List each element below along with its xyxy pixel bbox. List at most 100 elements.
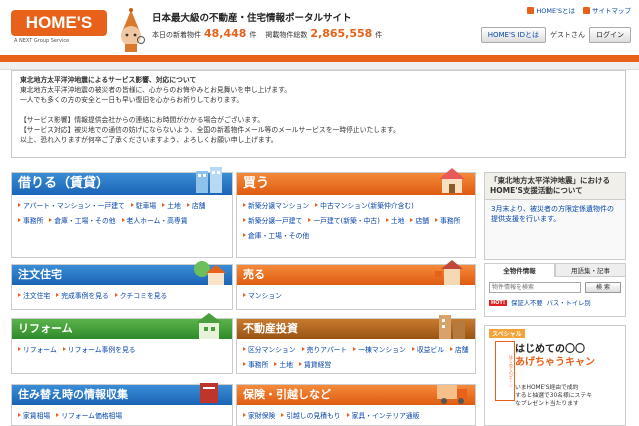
rent-link-warehouse[interactable]: 倉庫・工場・その他	[49, 215, 116, 225]
move-link-label[interactable]: 家賃相場	[23, 410, 50, 420]
hot-link-bath-separate[interactable]: バス・トイレ別	[547, 298, 591, 307]
rent-link-label[interactable]: 店舗	[192, 200, 206, 210]
arrow-icon	[435, 218, 439, 222]
tab-all-listings[interactable]: 全物件情報	[484, 263, 555, 277]
invest-link-unit-mansion[interactable]: 区分マンション	[243, 344, 296, 354]
header-orange-bar	[0, 55, 639, 62]
sell-link-label[interactable]: マンション	[248, 290, 282, 300]
buy-link-label[interactable]: 土地	[391, 215, 405, 225]
rent-link-label[interactable]: 老人ホーム・高専賃	[127, 215, 188, 225]
insurance-link-home[interactable]: 家財保険	[243, 410, 275, 420]
buy-link-house[interactable]: 一戸建て(新築・中古)	[308, 215, 380, 225]
buy-link-label[interactable]: 中古マンション(新築仲介含む)	[320, 200, 414, 210]
invest-link-label[interactable]: 事務所	[248, 359, 268, 369]
arrow-icon	[281, 413, 285, 417]
reform-link-label[interactable]: リフォーム	[23, 344, 57, 354]
invest-link-label[interactable]: 売りアパート	[307, 344, 348, 354]
tab-glossary[interactable]: 用語集・記事	[555, 263, 626, 277]
rent-link-label[interactable]: 駐車場	[136, 200, 156, 210]
order-link-label[interactable]: クチコミを見る	[120, 290, 168, 300]
search-input[interactable]	[489, 282, 581, 293]
buy-link-new-mansion[interactable]: 新築分譲マンション	[243, 200, 309, 210]
rent-panel: 借りる（賃貸） アパート・マンション・一戸建て 駐車場 土地 店舗 事務所 倉庫…	[11, 167, 233, 258]
homes-logo[interactable]: HOME'S	[11, 10, 107, 36]
sitemap-label[interactable]: サイトマップ	[592, 5, 631, 15]
invest-link-land[interactable]: 土地	[274, 359, 293, 369]
rent-link-shop[interactable]: 店舗	[186, 200, 206, 210]
invest-link-shop[interactable]: 店舗	[450, 344, 469, 354]
buy-link-used-mansion[interactable]: 中古マンション(新築仲介含む)	[315, 200, 414, 210]
buy-link-label[interactable]: 一戸建て(新築・中古)	[313, 215, 379, 225]
support-title[interactable]: 「東北地方太平洋沖地震」における HOME'S支援活動について	[485, 173, 625, 200]
insurance-link-moving-quote[interactable]: 引越しの見積もり	[281, 410, 341, 420]
house-icon	[439, 168, 465, 193]
invest-link-whole-mansion[interactable]: 一棟マンション	[353, 344, 406, 354]
login-button[interactable]: ログイン	[589, 27, 631, 43]
rent-link-label[interactable]: 事務所	[23, 215, 43, 225]
buy-link-label[interactable]: 事務所	[440, 215, 460, 225]
sell-links: マンション	[237, 285, 475, 305]
insurance-link-furniture[interactable]: 家具・インテリア通販	[346, 410, 420, 420]
invest-building-icon	[439, 315, 465, 339]
rent-link-parking[interactable]: 駐車場	[130, 200, 156, 210]
rent-link-apartment[interactable]: アパート・マンション・一戸建て	[18, 200, 125, 210]
arrow-icon	[243, 347, 246, 351]
order-link-reviews[interactable]: クチコミを見る	[114, 290, 168, 300]
order-link-examples[interactable]: 完成事例を見る	[56, 290, 109, 300]
invest-link-office[interactable]: 事務所	[243, 359, 268, 369]
order-link-label[interactable]: 完成事例を見る	[61, 290, 109, 300]
invest-link-label[interactable]: 店舗	[455, 344, 469, 354]
banner-headline-line: はじめての〇〇	[515, 344, 585, 355]
buy-link-warehouse[interactable]: 倉庫・工場・その他	[243, 230, 309, 240]
sell-link-mansion[interactable]: マンション	[243, 290, 282, 300]
insurance-link-label[interactable]: 引越しの見積もり	[286, 410, 340, 420]
reform-link-examples[interactable]: リフォーム事例を見る	[62, 344, 136, 354]
invest-link-building[interactable]: 収益ビル	[411, 344, 444, 354]
reform-link-label[interactable]: リフォーム事例を見る	[68, 344, 136, 354]
invest-link-label[interactable]: 区分マンション	[248, 344, 296, 354]
invest-link-label[interactable]: 土地	[279, 359, 293, 369]
buy-link-land[interactable]: 土地	[385, 215, 405, 225]
reform-link-reform[interactable]: リフォーム	[18, 344, 57, 354]
rent-link-office[interactable]: 事務所	[18, 215, 43, 225]
buy-link-label[interactable]: 倉庫・工場・その他	[248, 230, 309, 240]
buy-link-label[interactable]: 新築分譲マンション	[248, 200, 309, 210]
invest-link-rental-management[interactable]: 賃貸経営	[298, 359, 331, 369]
homes-id-button[interactable]: HOME'S IDとは	[480, 27, 546, 43]
invest-link-apartment[interactable]: 売りアパート	[301, 344, 348, 354]
about-homes-link[interactable]: HOME'Sとは	[527, 5, 575, 15]
rent-link-label[interactable]: アパート・マンション・一戸建て	[23, 200, 125, 210]
rent-link-elderly[interactable]: 老人ホーム・高専賃	[121, 215, 188, 225]
move-link-rent-market[interactable]: 家賃相場	[18, 410, 50, 420]
arrow-icon	[243, 233, 246, 237]
rent-link-label[interactable]: 土地	[167, 200, 181, 210]
buy-link-office[interactable]: 事務所	[435, 215, 460, 225]
about-homes-label[interactable]: HOME'Sとは	[536, 5, 575, 15]
buy-link-label[interactable]: 店舗	[415, 215, 429, 225]
support-body[interactable]: 3月末より、被災者の方限定係遺物件の提供支援を行います。	[485, 200, 625, 228]
arrow-icon	[315, 203, 319, 207]
hot-link-no-guarantor[interactable]: 保証人不要	[511, 298, 542, 307]
order-link-label[interactable]: 注文住宅	[23, 290, 50, 300]
order-link-house[interactable]: 注文住宅	[18, 290, 50, 300]
rent-link-label[interactable]: 倉庫・工場・その他	[54, 215, 115, 225]
insurance-link-label[interactable]: 家財保険	[248, 410, 275, 420]
search-button[interactable]: 検 索	[585, 282, 621, 293]
support-box: 「東北地方太平洋沖地震」における HOME'S支援活動について 3月末より、被災…	[484, 172, 626, 260]
rent-link-land[interactable]: 土地	[162, 200, 181, 210]
invest-link-label[interactable]: 収益ビル	[417, 344, 444, 354]
move-link-label[interactable]: リフォーム価格相場	[61, 410, 122, 420]
insurance-link-label[interactable]: 家具・インテリア通販	[352, 410, 420, 420]
campaign-banner[interactable]: スペシャル はじめてのピーン はじめての〇〇 あげちゃうキャン いまHOME'S…	[484, 325, 626, 426]
move-link-reform-price[interactable]: リフォーム価格相場	[56, 410, 122, 420]
move-info-links: 家賃相場 リフォーム価格相場	[12, 405, 232, 425]
mascot-icon	[121, 8, 145, 52]
invest-link-label[interactable]: 一棟マンション	[358, 344, 406, 354]
sitemap-link[interactable]: サイトマップ	[583, 5, 631, 15]
arrow-icon	[301, 347, 305, 351]
buy-link-new-house[interactable]: 新築分譲一戸建て	[243, 215, 302, 225]
invest-link-label[interactable]: 賃貸経営	[304, 359, 331, 369]
buy-link-label[interactable]: 新築分譲一戸建て	[248, 215, 302, 225]
banner-sub-line: すると抽選で30名様にステキ	[515, 393, 592, 399]
buy-link-shop[interactable]: 店舗	[410, 215, 429, 225]
